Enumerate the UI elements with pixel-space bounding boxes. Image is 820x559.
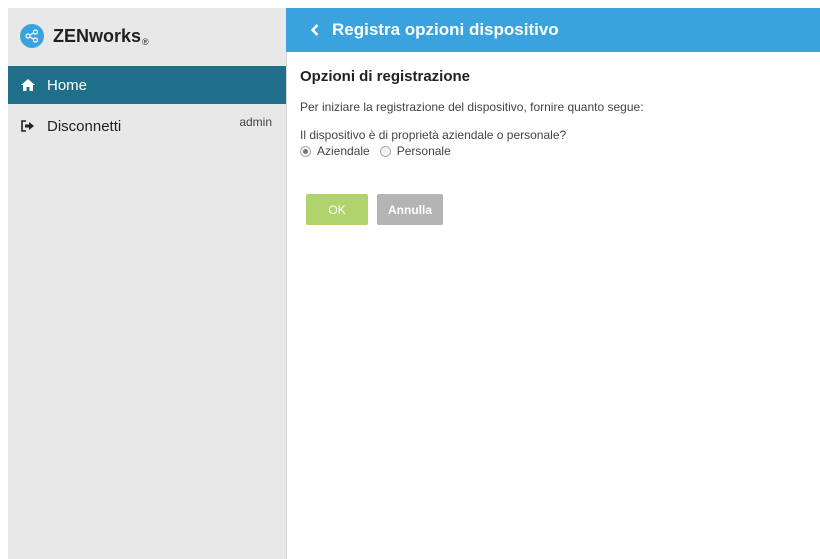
username-label: admin [239, 115, 272, 129]
sidebar-item-home[interactable]: Home [8, 66, 286, 104]
sidebar-item-label: Home [47, 76, 88, 94]
trademark: ® [142, 36, 149, 47]
radio-aziendale[interactable] [300, 145, 311, 157]
chevron-left-icon[interactable] [310, 22, 322, 38]
ok-button[interactable]: OK [306, 194, 368, 225]
ownership-question: Il dispositivo è di proprietà aziendale … [300, 128, 567, 142]
radio-aziendale-label[interactable]: Aziendale [317, 144, 370, 158]
app-name: ZENworks® [53, 25, 149, 47]
page-title: Registra opzioni dispositivo [332, 20, 559, 39]
home-icon [20, 77, 38, 93]
sign-out-icon [20, 118, 38, 134]
logo-bar: ZENworks® [8, 8, 286, 64]
sidebar: ZENworks® Home Disconnetti admin [8, 8, 287, 559]
radio-personale[interactable] [379, 145, 391, 157]
sidebar-item-disconnetti[interactable]: Disconnetti admin [8, 107, 286, 145]
intro-text: Per iniziare la registrazione del dispos… [300, 100, 644, 114]
app-window: ZENworks® Home Disconnetti admin Registr… [8, 8, 820, 559]
ownership-radio-group: Aziendale Personale [300, 144, 461, 158]
page-header: Registra opzioni dispositivo [286, 8, 820, 52]
section-title: Opzioni di registrazione [300, 68, 471, 85]
sidebar-item-label: Disconnetti [47, 117, 122, 135]
zenworks-logo-icon [20, 24, 44, 48]
cancel-button[interactable]: Annulla [377, 194, 443, 225]
radio-personale-label[interactable]: Personale [397, 144, 451, 158]
